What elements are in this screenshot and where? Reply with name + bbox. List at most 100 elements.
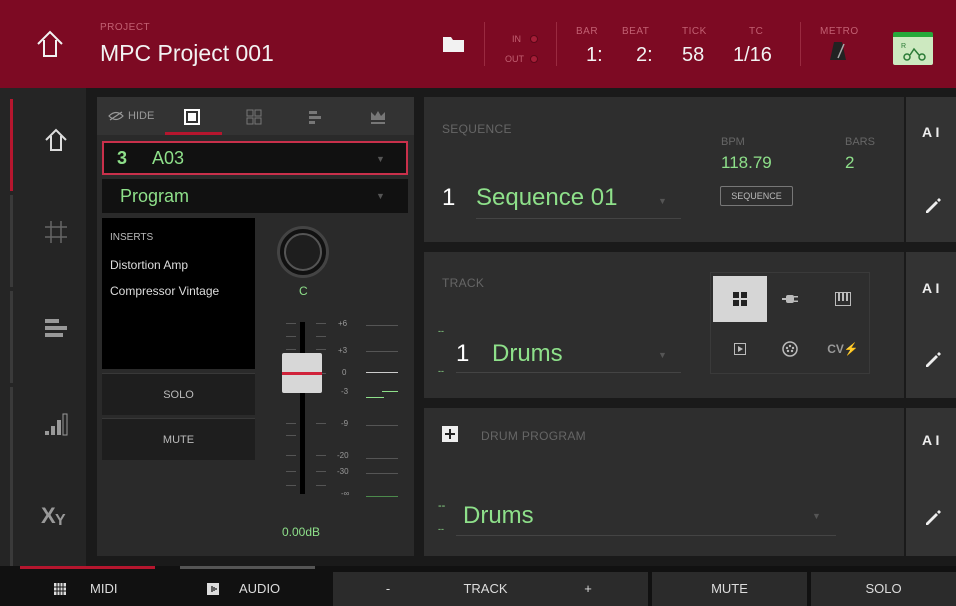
list-view-icon[interactable] xyxy=(308,110,322,124)
track-type-midi[interactable] xyxy=(763,326,817,372)
track-side xyxy=(906,252,956,398)
project-name[interactable]: MPC Project 001 xyxy=(100,40,274,67)
program-type-dropdown[interactable]: Program ▼ xyxy=(102,179,408,213)
nav-item-grid[interactable] xyxy=(10,195,86,287)
solo-button-bottom[interactable]: SOLO xyxy=(811,572,956,606)
chevron-down-icon[interactable]: ▼ xyxy=(658,350,667,360)
drum-pads-icon xyxy=(733,292,747,306)
in-indicator xyxy=(530,35,538,43)
fader-tick xyxy=(316,485,326,486)
track-type-drum[interactable] xyxy=(713,276,767,322)
add-icon[interactable] xyxy=(442,426,458,442)
mute-button[interactable]: MUTE xyxy=(102,418,255,460)
underline xyxy=(476,218,681,219)
fader-area: +6 +3 0 -3 -9 -20 -30 -∞ xyxy=(278,315,408,500)
bar-label: BAR xyxy=(576,26,599,37)
rename-icon[interactable]: A I xyxy=(922,124,939,140)
tc-value[interactable]: 1/16 xyxy=(733,44,772,67)
nav-item-tracks[interactable] xyxy=(10,291,86,383)
hide-icon[interactable] xyxy=(108,111,124,121)
sequence-panel xyxy=(424,97,904,242)
home-icon[interactable] xyxy=(30,26,70,62)
insert-slot-1[interactable]: Distortion Amp xyxy=(110,258,188,272)
insert-slot-2[interactable]: Compressor Vintage xyxy=(110,284,219,298)
track-type-cv[interactable]: CV⚡ xyxy=(816,326,870,372)
plugin-icon xyxy=(782,295,798,303)
solo-button[interactable]: SOLO xyxy=(102,373,255,415)
pencil-icon[interactable] xyxy=(925,198,941,214)
program-name[interactable]: Drums xyxy=(463,502,534,530)
track-type-clip[interactable] xyxy=(713,326,767,372)
meter-tick xyxy=(366,351,398,352)
fader-tick xyxy=(316,455,326,456)
scale-label: -∞ xyxy=(341,489,350,498)
tick-value[interactable]: 58 xyxy=(682,44,704,67)
pencil-icon[interactable] xyxy=(925,352,941,368)
track-number[interactable]: 1 xyxy=(456,340,469,368)
midi-tab[interactable]: MIDI xyxy=(0,572,165,606)
in-label: IN xyxy=(512,34,521,44)
tick-label: TICK xyxy=(682,26,707,37)
audio-tab[interactable]: AUDIO xyxy=(165,572,330,606)
fader-tick xyxy=(286,323,296,324)
track-minus-button[interactable]: - xyxy=(333,572,443,606)
volume-value: 0.00dB xyxy=(282,525,321,539)
sequence-button[interactable]: SEQUENCE xyxy=(720,186,793,206)
fader-tick xyxy=(286,423,296,424)
active-tab-indicator xyxy=(165,132,222,135)
track-dropdown[interactable]: 3 A03 ▼ xyxy=(102,141,408,175)
nav-item-main[interactable] xyxy=(10,99,86,191)
bar-value[interactable]: 1: xyxy=(586,44,603,67)
track-type-keygroup[interactable] xyxy=(816,276,870,322)
mute-button-bottom[interactable]: MUTE xyxy=(652,572,807,606)
beat-value[interactable]: 2: xyxy=(636,44,653,67)
multi-view-icon[interactable] xyxy=(246,109,262,125)
keygroup-icon xyxy=(835,292,851,306)
rename-icon[interactable]: A I xyxy=(922,432,939,448)
nav-item-mixer[interactable] xyxy=(10,387,86,479)
chevron-down-icon[interactable]: ▼ xyxy=(812,511,821,521)
track-dash: -- xyxy=(438,366,444,376)
project-label: PROJECT xyxy=(100,22,151,33)
scale-label: -20 xyxy=(337,451,349,460)
tab-indicator xyxy=(180,566,315,569)
fader-tick xyxy=(286,349,296,350)
track-label: TRACK xyxy=(442,276,485,290)
track-name[interactable]: Drums xyxy=(492,340,563,368)
folder-icon[interactable] xyxy=(442,34,466,54)
clip-icon xyxy=(734,343,746,355)
scale-label: -3 xyxy=(341,387,349,396)
out-indicator xyxy=(530,55,538,63)
fader-track xyxy=(300,322,305,494)
midi-icon xyxy=(782,341,798,357)
bpm-value[interactable]: 118.79 xyxy=(721,153,772,173)
track-name: A03 xyxy=(152,148,185,168)
sequence-label: SEQUENCE xyxy=(442,122,512,136)
nav-item-xy[interactable]: X Y xyxy=(10,479,86,571)
meter-level xyxy=(366,496,398,497)
scale-label: 0 xyxy=(342,368,347,377)
sequence-number[interactable]: 1 xyxy=(442,184,455,212)
bars-value[interactable]: 2 xyxy=(845,153,854,173)
automation-button[interactable]: R xyxy=(893,32,933,65)
hide-label[interactable]: HIDE xyxy=(128,110,154,122)
scale-label: -30 xyxy=(337,467,349,476)
level-bars-icon xyxy=(45,413,68,436)
rename-icon[interactable]: A I xyxy=(922,280,939,296)
chevron-down-icon: ▼ xyxy=(376,154,385,164)
fader-tick xyxy=(286,455,296,456)
metronome-icon[interactable] xyxy=(829,40,847,62)
track-list-icon xyxy=(45,319,67,337)
pencil-icon[interactable] xyxy=(925,510,941,526)
chevron-down-icon[interactable]: ▼ xyxy=(658,196,667,206)
master-icon[interactable] xyxy=(369,109,387,125)
track-label-button: TRACK xyxy=(443,572,528,606)
sequence-name[interactable]: Sequence 01 xyxy=(476,184,617,212)
divider xyxy=(556,22,557,66)
svg-text:Y: Y xyxy=(55,512,66,527)
single-view-icon[interactable] xyxy=(184,109,200,125)
track-type-plugin[interactable] xyxy=(763,276,817,322)
program-dash: -- xyxy=(438,524,444,534)
inserts-title: INSERTS xyxy=(110,232,154,243)
track-plus-button[interactable]: + xyxy=(528,572,648,606)
